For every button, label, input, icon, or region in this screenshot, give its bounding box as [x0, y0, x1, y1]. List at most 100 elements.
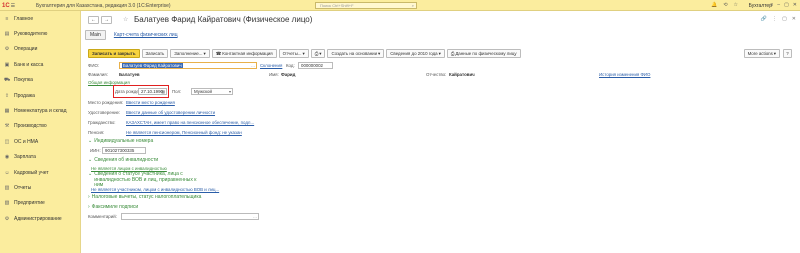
window-maximize-icon[interactable]: ▢: [782, 16, 787, 22]
ids-section-header[interactable]: ⌄ Индивидуальные номера: [88, 138, 153, 144]
back-button[interactable]: ←: [88, 16, 99, 24]
sex-select[interactable]: Мужской ▾: [191, 88, 233, 95]
star-icon[interactable]: ☆: [734, 2, 738, 8]
tab-cards[interactable]: Карт-счета физических лиц: [114, 32, 178, 38]
print-button[interactable]: ⎙ ▾: [310, 49, 326, 58]
sidebar-item[interactable]: ◫ ОС и НМА: [0, 134, 80, 149]
save-button[interactable]: Записать: [141, 49, 169, 58]
code-label: Код:: [286, 63, 295, 68]
reports-icon: ▥: [4, 184, 10, 191]
firstname-value: Фарид: [281, 72, 296, 77]
sidebar-item-label: Предприятие: [14, 200, 45, 207]
fio-history-link[interactable]: История изменения ФИО: [599, 72, 650, 77]
sidebar-item[interactable]: ☺ Кадровый учет: [0, 165, 80, 180]
sidebar-item[interactable]: ▤ Руководителю: [0, 26, 80, 41]
comment-input[interactable]: …: [121, 213, 259, 220]
forward-button[interactable]: →: [101, 16, 112, 24]
contact-icon: ☎: [215, 51, 222, 56]
close-icon[interactable]: ✕: [793, 2, 797, 8]
calendar-icon[interactable]: ▦: [161, 89, 165, 94]
person-data-button[interactable]: ⎙ Данные по физическому лицу: [446, 49, 521, 58]
save-close-button[interactable]: Записать и закрыть: [88, 49, 140, 58]
help-button[interactable]: ?: [783, 49, 792, 58]
birthdate-input[interactable]: 27.10.1990 ▦: [138, 88, 167, 95]
create-based-button[interactable]: Создать на основании ▾: [327, 49, 385, 58]
signature-section-header[interactable]: › Факсимиле подписи: [88, 204, 138, 210]
birthdate-value: 27.10.1990: [141, 89, 163, 94]
lastname-label: Фамилия:: [88, 72, 108, 77]
more-label: More actions: [747, 51, 773, 56]
id-link[interactable]: Ввести данные об удостоверении личности: [126, 110, 215, 115]
disability-section-header[interactable]: ⌄ Сведения об инвалидности: [88, 157, 158, 163]
sidebar-item[interactable]: ▧ Предприятие: [0, 196, 80, 211]
tab-main[interactable]: Main: [85, 30, 106, 40]
window-close-icon[interactable]: ✕: [792, 16, 796, 22]
sidebar-item[interactable]: ⛟ Покупка: [0, 73, 80, 88]
enterprise-icon: ▧: [4, 200, 10, 207]
operations-icon: ⚙: [4, 46, 10, 53]
more-icon[interactable]: ⋮: [772, 16, 777, 22]
disability-section-title: Сведения об инвалидности: [94, 157, 159, 163]
sidebar: ≡ Главное ▤ Руководителю ⚙ Операции ▣ Банк и ка…: [0, 11, 81, 253]
minimize-icon[interactable]: –: [777, 2, 780, 8]
main-form: ← → ☆ Балатуев Фарид Кайратович (Физичес…: [81, 11, 800, 253]
user-name[interactable]: Бухгалтер: [749, 3, 772, 9]
chevron-down-icon: ▾: [203, 51, 206, 56]
sidebar-item[interactable]: ⚙ Администрирование: [0, 211, 80, 226]
tax-section-title: Налоговые вычеты, статус налогоплательщи…: [91, 194, 202, 200]
fill-button[interactable]: Заполнение... ▾: [170, 49, 210, 58]
sidebar-item[interactable]: ▣ Банк и касса: [0, 57, 80, 72]
search-icon[interactable]: ⌕: [412, 3, 414, 8]
contact-info-button[interactable]: ☎ Контактная информация: [211, 49, 277, 58]
link-icon[interactable]: 🔗: [761, 16, 767, 22]
birthplace-link[interactable]: Ввести место рождения: [126, 100, 175, 105]
sidebar-item-label: Покупка: [14, 77, 33, 84]
birthplace-label: Место рождения:: [88, 100, 124, 105]
status-link[interactable]: Не является участником, лицом с инвалидн…: [91, 187, 219, 192]
app-title: Бухгалтерия для Казахстана, редакция 3.0…: [36, 3, 171, 9]
chevron-right-icon: ›: [88, 194, 90, 200]
citizenship-label: Гражданство:: [88, 120, 116, 125]
info-2010-button[interactable]: Сведения до 2010 года ▾: [386, 49, 445, 58]
app-logo: 1С ☰: [2, 2, 15, 9]
chevron-down-icon: ⌄: [88, 157, 93, 163]
form-toolbar: Записать и закрыть Записать Заполнение..…: [88, 49, 521, 58]
history-icon[interactable]: ⟲: [723, 2, 727, 8]
tax-section-header[interactable]: › Налоговые вычеты, статус налогоплательщ…: [88, 194, 201, 200]
sidebar-item[interactable]: ⚒ Производство: [0, 119, 80, 134]
chevron-down-icon: ▾: [438, 51, 441, 56]
lastname-value: Балатуев: [119, 72, 140, 77]
arrow-left-icon: ←: [91, 17, 96, 23]
ellipsis-icon[interactable]: …: [251, 63, 255, 68]
print-icon: ⎙: [450, 51, 455, 56]
bell-icon[interactable]: 🔔: [711, 2, 717, 8]
fio-input[interactable]: Балатуев Фарид Кайратович…: [119, 62, 257, 69]
sidebar-item[interactable]: ⚙ Операции: [0, 42, 80, 57]
sidebar-item-label: Операции: [14, 46, 38, 53]
maximize-icon[interactable]: ▢: [784, 2, 789, 8]
sidebar-item-label: Отчеты: [14, 184, 32, 191]
ellipsis-icon[interactable]: …: [253, 214, 257, 219]
warehouse-icon: ▦: [4, 108, 10, 115]
sidebar-item[interactable]: ⇪ Продажа: [0, 88, 80, 103]
sidebar-item[interactable]: ▦ Номенклатура и склад: [0, 103, 80, 118]
pension-link[interactable]: Не является пенсионером, Пенсионный фонд…: [126, 130, 242, 135]
iin-input[interactable]: 901027300335: [102, 147, 146, 154]
chevron-down-icon[interactable]: ▾: [229, 89, 231, 94]
citizenship-link[interactable]: КАЗАХСТАН, имеет право на пенсионное обе…: [126, 120, 254, 125]
person-data-label: Данные по физическому лицу: [455, 51, 517, 56]
reports-button[interactable]: Отчеты... ▾: [278, 49, 309, 58]
iin-label: ИИН:: [90, 148, 101, 153]
global-search-input[interactable]: Поиск Ctrl+Shift+F ⌕: [315, 2, 417, 9]
more-actions-button[interactable]: More actions ▾: [743, 49, 780, 58]
sex-value: Мужской: [194, 89, 212, 94]
sidebar-item[interactable]: ▥ Отчеты: [0, 180, 80, 195]
menu-icon[interactable]: ☰: [11, 3, 15, 9]
code-input[interactable]: 000000002: [298, 62, 333, 69]
firstname-label: Имя:: [269, 72, 279, 77]
sidebar-item[interactable]: ◉ Зарплата: [0, 150, 80, 165]
declension-link[interactable]: Склонения: [260, 63, 282, 68]
settings-icon[interactable]: ≡: [770, 2, 773, 8]
favorite-star-icon[interactable]: ☆: [123, 16, 128, 23]
sidebar-item[interactable]: ≡ Главное: [0, 11, 80, 26]
